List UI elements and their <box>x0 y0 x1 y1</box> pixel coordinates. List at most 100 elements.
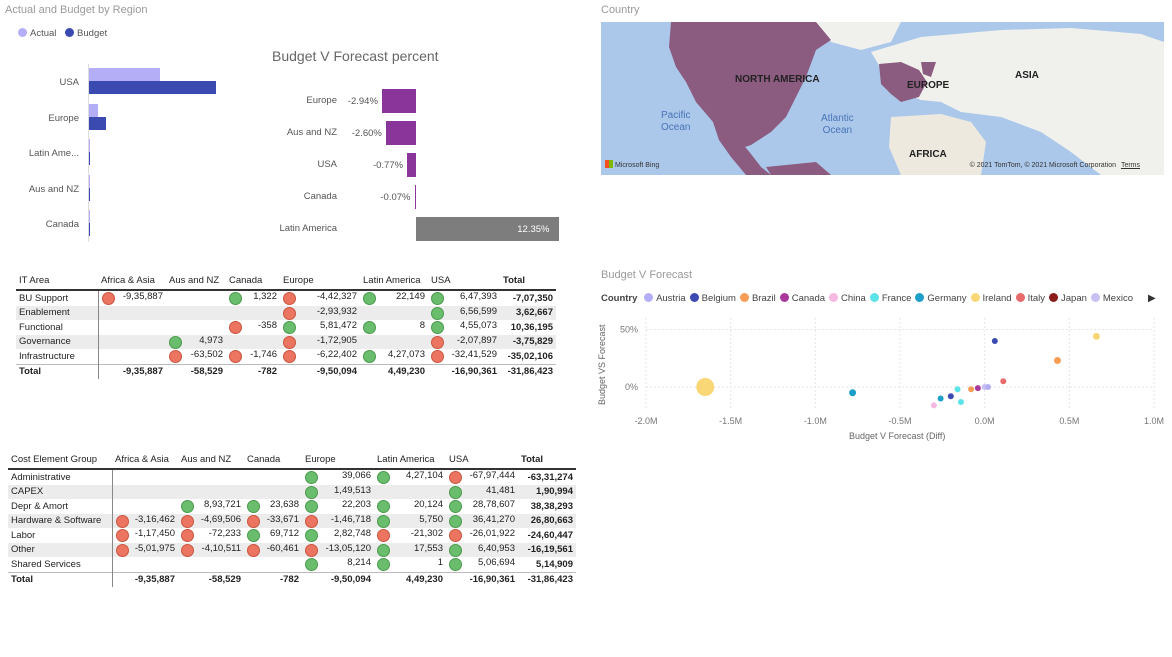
scatter-point[interactable] <box>957 398 964 405</box>
cost-matrix-total-cell: -58,529 <box>178 571 244 587</box>
cost-matrix-row[interactable]: Hardware & Software -3,16,462 -4,69,506 -33… <box>8 513 576 528</box>
scatter-point[interactable] <box>947 393 954 400</box>
legend-item-budget[interactable]: Budget <box>65 28 107 39</box>
scatter-point[interactable] <box>1000 378 1007 385</box>
legend-item-actual[interactable]: Actual <box>18 28 56 39</box>
negative-indicator-icon <box>115 543 129 557</box>
cost-matrix-column-header[interactable]: USA <box>446 450 518 469</box>
scatter-point[interactable] <box>1092 332 1100 340</box>
scatter-legend-item[interactable]: Belgium <box>689 293 736 304</box>
negative-indicator-icon <box>283 350 296 364</box>
scatter-legend-item[interactable]: Japan <box>1049 293 1087 304</box>
cost-matrix-column-header[interactable]: Europe <box>302 450 374 469</box>
it-matrix-row[interactable]: Governance 4,973 -1,72,905 -2,07,897 -3,75,8… <box>16 334 556 349</box>
it-matrix-column-header[interactable]: Total <box>500 271 556 290</box>
it-matrix-row[interactable]: Enablement -2,93,932 6,56,599 3,62,667 <box>16 305 556 320</box>
it-matrix-total-cell: -782 <box>226 363 280 379</box>
scatter-point[interactable] <box>930 402 937 409</box>
scatter-legend-item[interactable]: Italy <box>1015 293 1045 304</box>
positive-indicator-icon <box>449 485 462 499</box>
scatter-y-tick: 50% <box>620 325 638 335</box>
legend-next-arrow-icon[interactable]: ▶ <box>1148 293 1156 304</box>
cost-matrix-row[interactable]: Labor -1,17,450 -72,233 69,712 2,82,748 -21,3… <box>8 528 576 543</box>
it-matrix-row-label: Functional <box>16 320 99 335</box>
scatter-plot[interactable]: 50% 0% -2.0M -1.5M -1.0M -0.5M 0.0M 0.5M 1.0M <box>594 310 1172 450</box>
cost-matrix-column-header[interactable]: Canada <box>244 450 302 469</box>
it-matrix-column-header[interactable]: Latin America <box>360 271 428 290</box>
pct-bar[interactable] <box>381 89 416 113</box>
it-matrix-column-header[interactable]: Africa & Asia <box>98 271 166 290</box>
scatter-legend-item[interactable]: Mexico <box>1090 293 1133 304</box>
it-matrix-column-header[interactable]: IT Area <box>16 271 98 290</box>
region-bar-budget[interactable] <box>88 116 106 130</box>
negative-indicator-icon <box>181 529 194 543</box>
it-matrix-row[interactable]: Functional -358 5,81,472 8 4,55,073 10,36,195 <box>16 320 556 335</box>
cost-matrix-cell: -1,46,718 <box>302 513 374 528</box>
cost-matrix-column-header[interactable]: Cost Element Group <box>8 450 112 469</box>
scatter-legend-item[interactable]: Austria <box>644 293 686 304</box>
scatter-point[interactable] <box>954 386 961 393</box>
cost-matrix-row[interactable]: Administrative 39,066 4,27,104 -67,97,444 -6… <box>8 469 576 485</box>
cost-matrix-row[interactable]: Other -5,01,975 -4,10,511 -60,461 -13,05,120… <box>8 542 576 557</box>
scatter-point[interactable] <box>849 389 857 397</box>
cost-matrix-column-header[interactable]: Africa & Asia <box>112 450 178 469</box>
cost-matrix-row-total: 5,14,909 <box>536 558 573 570</box>
region-bar-actual[interactable] <box>88 68 160 81</box>
scatter-legend-item[interactable]: China <box>829 293 866 304</box>
positive-indicator-icon <box>377 558 390 572</box>
positive-indicator-icon <box>229 292 242 306</box>
cost-matrix-cell: 23,638 <box>244 499 302 514</box>
cost-matrix-total-cell: -31,86,423 <box>518 571 576 587</box>
bvf-percent-chart: Europe -2.94% Aus and NZ -2.60% USA -0.77% Can… <box>260 85 580 245</box>
it-matrix-column-header[interactable]: Aus and NZ <box>166 271 226 290</box>
pct-data-label: -0.07% <box>380 192 411 203</box>
negative-indicator-icon <box>283 335 296 349</box>
pct-bar[interactable] <box>414 185 416 209</box>
cost-matrix-total-row: Total -9,35,887 -58,529 -782 -9,50,094 4,49,2… <box>8 571 576 587</box>
scatter-legend-item[interactable]: France <box>869 293 911 304</box>
scatter-x-tick: -0.5M <box>888 416 911 426</box>
region-category-label: Canada <box>45 219 79 230</box>
it-matrix-row[interactable]: BU Support -9,35,887 1,322 -4,42,327 22,149 6… <box>16 290 556 306</box>
scatter-point[interactable] <box>696 378 715 396</box>
cost-matrix-row-label: Other <box>8 542 113 557</box>
legend-dot-icon <box>739 293 749 302</box>
it-matrix-column-header[interactable]: Canada <box>226 271 280 290</box>
cost-matrix-row[interactable]: Depr & Amort 8,93,721 23,638 22,203 20,124 28… <box>8 499 576 514</box>
cost-matrix-cell <box>112 499 178 514</box>
scatter-point[interactable] <box>974 385 981 392</box>
region-category-label: Europe <box>48 112 79 124</box>
scatter-legend-item[interactable]: Ireland <box>970 293 1012 304</box>
map-visual[interactable]: NORTH AMERICA EUROPE ASIA AFRICA Pacific… <box>601 22 1164 175</box>
cost-matrix-cell: 17,553 <box>374 542 446 557</box>
scatter-point[interactable] <box>968 386 975 393</box>
it-matrix-cell: -1,72,905 <box>280 334 360 349</box>
cost-matrix-row[interactable]: CAPEX 1,49,513 41,481 1,90,994 <box>8 484 576 499</box>
cost-matrix-column-header[interactable]: Aus and NZ <box>178 450 244 469</box>
map-terms-link[interactable]: Terms <box>1121 162 1140 169</box>
scatter-point[interactable] <box>991 338 998 344</box>
cost-matrix-row[interactable]: Shared Services 8,214 1 5,06,694 5,14,909 <box>8 557 576 572</box>
negative-indicator-icon <box>247 514 260 528</box>
scatter-point[interactable] <box>1053 357 1061 365</box>
it-matrix-column-header[interactable]: Europe <box>280 271 360 290</box>
scatter-legend-item[interactable]: Canada <box>779 293 825 304</box>
cost-matrix-row-total: 1,90,994 <box>518 484 576 499</box>
scatter-legend-item[interactable]: Brazil <box>739 293 776 304</box>
cost-matrix-column-header[interactable]: Total <box>518 450 576 469</box>
it-matrix-total-cell: -31,86,423 <box>500 363 556 379</box>
negative-indicator-icon <box>305 543 318 557</box>
scatter-legend-item[interactable]: Germany <box>915 293 967 304</box>
scatter-point[interactable] <box>937 395 944 402</box>
negative-indicator-icon <box>449 529 462 543</box>
it-matrix-row[interactable]: Infrastructure -63,502 -1,746 -6,22,402 4,27… <box>16 349 556 364</box>
pct-bar[interactable] <box>407 153 416 177</box>
pct-bar[interactable] <box>385 121 416 145</box>
it-matrix-cell: -1,746 <box>226 349 280 364</box>
pct-category-label: USA <box>317 159 337 170</box>
region-bar-actual[interactable] <box>88 103 98 117</box>
scatter-point[interactable] <box>985 384 992 390</box>
region-bar-budget[interactable] <box>88 81 216 94</box>
cost-matrix-column-header[interactable]: Latin America <box>374 450 446 469</box>
it-matrix-column-header[interactable]: USA <box>428 271 500 290</box>
